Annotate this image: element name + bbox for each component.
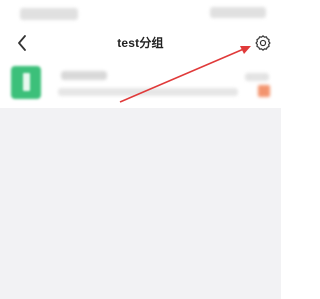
status-bar-left-blurred <box>20 8 78 20</box>
settings-button[interactable] <box>251 31 275 55</box>
empty-content-area <box>0 108 281 299</box>
status-bar <box>0 0 281 26</box>
item-name-blurred <box>61 71 107 80</box>
item-subtitle-blurred <box>58 88 238 96</box>
gear-icon <box>255 35 271 51</box>
page-title: test分组 <box>117 36 164 50</box>
list-item[interactable] <box>0 60 281 108</box>
status-bar-right-blurred <box>210 7 266 18</box>
nav-bar: test分组 <box>0 26 281 60</box>
item-time-blurred <box>245 73 269 81</box>
item-badge <box>258 85 270 97</box>
avatar-glyph <box>23 73 30 91</box>
